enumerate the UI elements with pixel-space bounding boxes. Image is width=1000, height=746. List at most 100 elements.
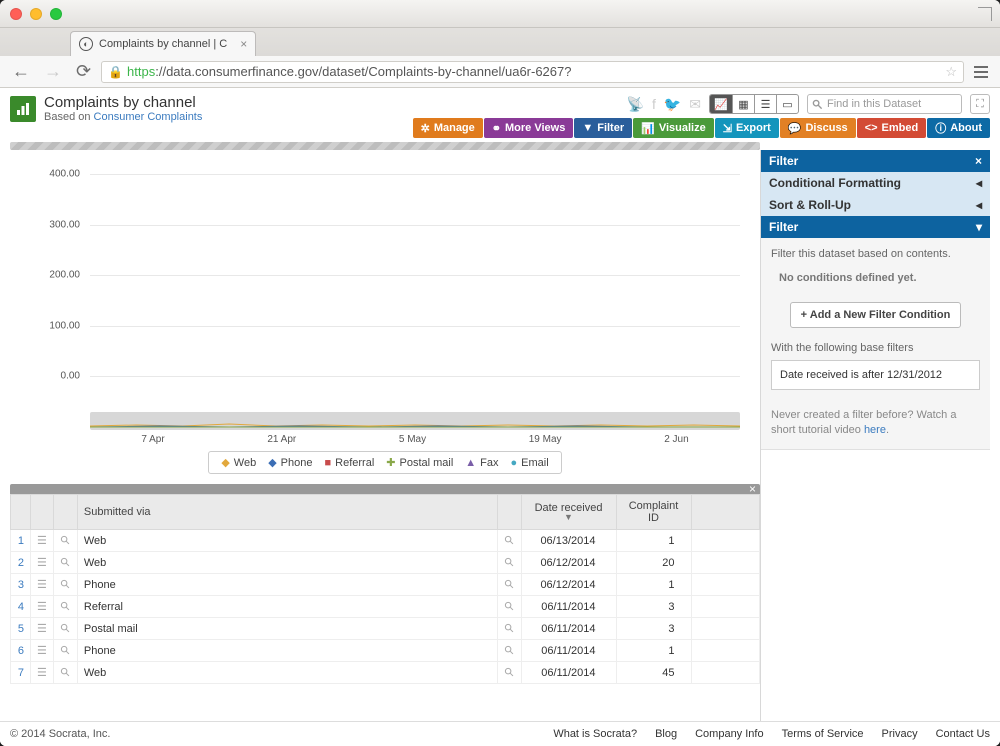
table-row[interactable]: 1☰Web06/13/20141 (11, 530, 760, 552)
facebook-icon[interactable]: f (652, 96, 656, 112)
table-row[interactable]: 6☰Phone06/11/20141 (11, 640, 760, 662)
footer-link[interactable]: Blog (655, 728, 677, 740)
chart-area[interactable]: 400.00300.00200.00100.000.00 (10, 156, 760, 408)
legend-item[interactable]: ●Email (511, 457, 549, 469)
search-input[interactable]: Find in this Dataset (807, 94, 962, 114)
single-view-button[interactable]: ▭ (776, 95, 798, 113)
minimize-window-button[interactable] (30, 8, 42, 20)
row-zoom2-icon[interactable] (497, 662, 521, 684)
date-received-header[interactable]: Date received▼ (521, 495, 616, 530)
tab-close-icon[interactable]: × (240, 37, 247, 51)
footer-link[interactable]: Contact Us (936, 728, 990, 740)
table-row[interactable]: 2☰Web06/12/201420 (11, 552, 760, 574)
gear-icon: ✲ (421, 122, 430, 135)
table-view-button[interactable]: ▦ (732, 95, 754, 113)
date-cell: 06/11/2014 (521, 596, 616, 618)
app-content: Complaints by channel Based on Consumer … (0, 88, 1000, 746)
row-zoom-icon[interactable] (53, 574, 77, 596)
row-menu-icon[interactable]: ☰ (31, 662, 54, 684)
legend-item[interactable]: ▲Fax (465, 457, 498, 469)
legend-item[interactable]: ✚Postal mail (386, 456, 453, 469)
footer-link[interactable]: What is Socrata? (553, 728, 637, 740)
table-row[interactable]: 3☰Phone06/12/20141 (11, 574, 760, 596)
filter-section-header[interactable]: Filter ▾ (761, 216, 990, 238)
chart-x-axis: 7 Apr21 Apr5 May19 May2 Jun (90, 434, 740, 445)
table-row[interactable]: 7☰Web06/11/201445 (11, 662, 760, 684)
main-column: 400.00300.00200.00100.000.00 7 Apr21 Apr… (10, 150, 760, 721)
chart-minimap[interactable] (90, 412, 740, 430)
legend-item[interactable]: ■Referral (324, 457, 374, 469)
row-zoom2-icon[interactable] (497, 640, 521, 662)
chart-view-button[interactable]: 📈 (710, 95, 732, 113)
filter-button[interactable]: ▼Filter (574, 118, 632, 138)
legend-marker-icon: ▲ (465, 457, 476, 469)
close-icon[interactable]: × (749, 482, 756, 496)
browser-tab[interactable]: ◐ Complaints by channel | C × (70, 31, 256, 56)
row-menu-icon[interactable]: ☰ (31, 552, 54, 574)
row-zoom-icon[interactable] (53, 552, 77, 574)
row-number: 3 (11, 574, 31, 596)
row-menu-icon[interactable]: ☰ (31, 530, 54, 552)
row-zoom-icon[interactable] (53, 596, 77, 618)
twitter-icon[interactable]: 🐦 (664, 96, 681, 113)
sort-rollup-header[interactable]: Sort & Roll-Up ◂ (761, 194, 990, 216)
url-field[interactable]: 🔒 https://data.consumerfinance.gov/datas… (101, 61, 964, 83)
table-row[interactable]: 5☰Postal mail06/11/20143 (11, 618, 760, 640)
based-on-link[interactable]: Consumer Complaints (94, 111, 203, 123)
table-handle[interactable]: × (10, 484, 760, 494)
email-icon[interactable]: ✉ (689, 96, 701, 113)
add-filter-button[interactable]: + Add a New Filter Condition (790, 302, 962, 328)
row-zoom-icon[interactable] (53, 530, 77, 552)
menu-col-header[interactable] (31, 495, 54, 530)
conditional-formatting-header[interactable]: Conditional Formatting ◂ (761, 172, 990, 194)
chevron-left-icon: ◂ (976, 198, 982, 212)
row-menu-icon[interactable]: ☰ (31, 640, 54, 662)
table-row[interactable]: 4☰Referral06/11/20143 (11, 596, 760, 618)
row-menu-icon[interactable]: ☰ (31, 574, 54, 596)
forward-button[interactable]: → (40, 61, 66, 82)
legend-item[interactable]: ◆Phone (268, 456, 312, 469)
discuss-label: Discuss (805, 122, 847, 134)
row-zoom2-icon[interactable] (497, 574, 521, 596)
row-zoom2-icon[interactable] (497, 596, 521, 618)
reload-button[interactable]: ⟳ (72, 61, 95, 82)
tutorial-link[interactable]: here (864, 424, 886, 436)
row-zoom-icon[interactable] (53, 662, 77, 684)
row-menu-icon[interactable]: ☰ (31, 596, 54, 618)
more-views-button[interactable]: ⚭More Views (484, 118, 574, 138)
back-button[interactable]: ← (8, 61, 34, 82)
footer-link[interactable]: Company Info (695, 728, 763, 740)
footer-link[interactable]: Privacy (882, 728, 918, 740)
row-zoom-icon[interactable] (53, 640, 77, 662)
zoom-window-button[interactable] (50, 8, 62, 20)
legend-label: Referral (335, 457, 374, 469)
row-zoom-icon[interactable] (53, 618, 77, 640)
row-zoom2-icon[interactable] (497, 530, 521, 552)
about-button[interactable]: ⓘAbout (927, 118, 990, 138)
visualize-button[interactable]: 📊Visualize (633, 118, 714, 138)
discuss-button[interactable]: 💬Discuss (780, 118, 856, 138)
close-window-button[interactable] (10, 8, 22, 20)
zoom2-col-header[interactable] (497, 495, 521, 530)
browser-menu-button[interactable] (970, 61, 992, 83)
window-titlebar (0, 0, 1000, 28)
row-zoom2-icon[interactable] (497, 618, 521, 640)
row-number-header[interactable] (11, 495, 31, 530)
row-menu-icon[interactable]: ☰ (31, 618, 54, 640)
submitted-via-header[interactable]: Submitted via (77, 495, 497, 530)
fullscreen-button[interactable]: ⛶ (970, 94, 990, 114)
legend-item[interactable]: ◆Web (221, 456, 256, 469)
side-panel: Filter × Conditional Formatting ◂ Sort &… (760, 150, 990, 721)
row-zoom2-icon[interactable] (497, 552, 521, 574)
close-panel-icon[interactable]: × (975, 154, 982, 168)
export-button[interactable]: ⇲Export (715, 118, 779, 138)
richlist-view-button[interactable]: ☰ (754, 95, 776, 113)
fullscreen-icon[interactable] (978, 7, 992, 21)
manage-button[interactable]: ✲Manage (413, 118, 483, 138)
zoom-col-header[interactable] (53, 495, 77, 530)
embed-button[interactable]: <>Embed (857, 118, 927, 138)
complaint-id-header[interactable]: Complaint ID (616, 495, 691, 530)
footer-link[interactable]: Terms of Service (782, 728, 864, 740)
bookmark-star-icon[interactable]: ☆ (945, 64, 957, 80)
rss-icon[interactable]: 📡 (627, 96, 644, 113)
